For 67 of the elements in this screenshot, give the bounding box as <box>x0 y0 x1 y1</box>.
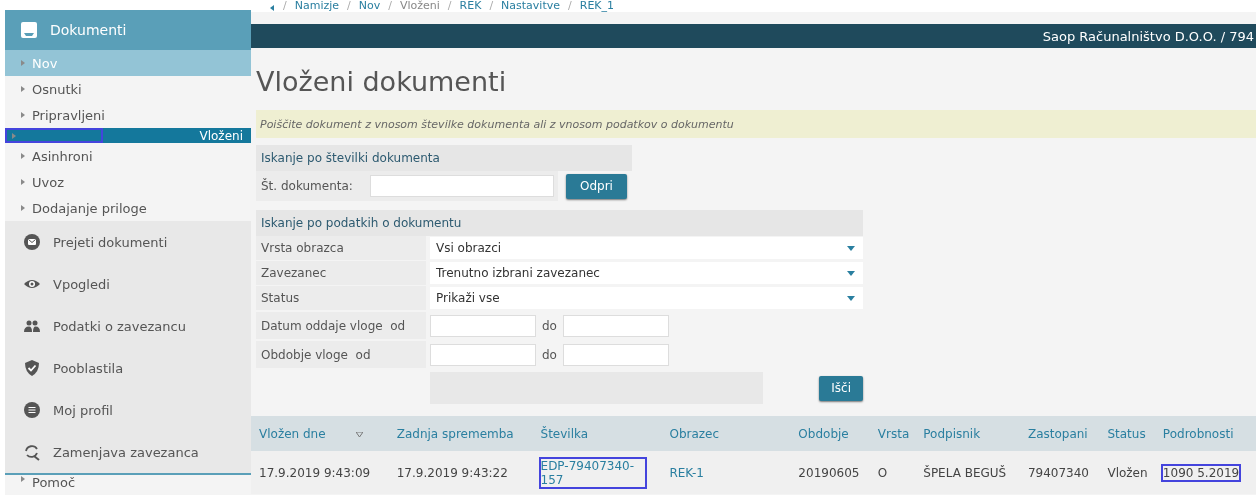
page-title: Vloženi dokumenti <box>256 66 508 98</box>
breadcrumb-link[interactable]: Nastavitve <box>501 0 561 12</box>
dropdown-value: Vsi obrazci <box>436 241 502 255</box>
info-text: Poiščite dokument z vnosom številke dokumenta ali z vnosom podatkov o dokumentu <box>260 117 734 131</box>
table-cell: ŠPELA BEGUŠ <box>923 465 1007 480</box>
dropdown[interactable]: Prikaži vse <box>430 287 863 309</box>
panel-title: Iskanje po številki dokumenta <box>261 151 440 165</box>
dropdown-value: Prikaži vse <box>436 291 500 305</box>
dropdown[interactable]: Vsi obrazci <box>430 237 863 259</box>
column-header[interactable]: Zastopani <box>1027 426 1088 441</box>
field-label: Status <box>261 291 300 305</box>
sidebar-section-item[interactable]: Moj profil <box>5 389 251 431</box>
sidebar-item[interactable]: Pripravljeni <box>5 102 251 128</box>
table-link[interactable]: REK-1 <box>669 465 774 480</box>
breadcrumb-link[interactable]: REK <box>459 0 482 12</box>
sidebar-item[interactable]: Asinhroni <box>5 143 251 169</box>
sidebar-section-item[interactable]: Vpogledi <box>5 263 251 305</box>
sidebar-item[interactable]: Vloženi <box>5 128 251 143</box>
field-label: do <box>542 347 557 362</box>
table-cell: 17.9.2019 9:43:09 <box>259 465 371 480</box>
field-label: Obdobje vloge od <box>261 347 371 362</box>
breadcrumb-separator: / <box>347 0 351 12</box>
breadcrumb-separator: / <box>283 0 287 12</box>
sidebar-section-item[interactable]: Prejeti dokumenti <box>5 221 251 263</box>
table-cell: O <box>877 465 888 480</box>
table-cell: 20190605 <box>798 465 860 480</box>
field-label: Datum oddaje vloge od <box>261 318 406 333</box>
breadcrumb-link[interactable]: Namizje <box>294 0 340 12</box>
sidebar-header[interactable]: Dokumenti <box>5 10 251 50</box>
field-label: Vrsta obrazca <box>261 241 344 255</box>
column-header[interactable]: Vložen dne <box>259 426 326 441</box>
breadcrumb-link[interactable]: REK_1 <box>579 0 615 12</box>
table-link[interactable]: EDP-79407340-157 <box>540 458 645 487</box>
breadcrumb-separator: / <box>568 0 572 12</box>
panel-title: Iskanje po podatkih o dokumentu <box>261 216 462 230</box>
table-cell: Vložen <box>1107 465 1148 480</box>
column-header[interactable]: Status <box>1107 426 1146 441</box>
sidebar-section-item[interactable]: Zamenjava zavezanca <box>5 431 251 473</box>
sidebar-item[interactable]: Pomoč <box>5 475 251 495</box>
table-cell: 79407340 <box>1027 465 1089 480</box>
sidebar-item[interactable]: Dodajanje priloge <box>5 195 251 221</box>
search-button[interactable]: Išči <box>819 375 863 401</box>
column-header[interactable]: Podpisnik <box>923 426 981 441</box>
field-label: Zavezanec <box>261 266 327 280</box>
sidebar-section-item[interactable]: Pooblastila <box>5 347 251 389</box>
breadcrumb-link[interactable]: Nov <box>358 0 381 12</box>
column-header[interactable]: Podrobnosti <box>1162 426 1234 441</box>
dropdown[interactable]: Trenutno izbrani zavezanec <box>430 262 863 284</box>
breadcrumb-separator: / <box>388 0 392 12</box>
column-header[interactable]: Številka <box>540 426 589 441</box>
open-button[interactable]: Odpri <box>566 173 627 199</box>
table-cell: 1090 5.2019 <box>1162 465 1240 480</box>
sidebar-item[interactable]: Uvoz <box>5 169 251 195</box>
column-header[interactable]: Zadnja sprememba <box>396 426 514 441</box>
breadcrumb-separator: / <box>489 0 494 12</box>
column-header[interactable]: Obrazec <box>669 426 720 441</box>
column-header[interactable]: Obdobje <box>798 426 849 441</box>
column-header[interactable]: Vrsta <box>877 426 910 441</box>
account-name: Saop Računalništvo D.O.O. / 794 <box>1042 28 1254 44</box>
breadcrumb-separator: / <box>447 0 452 12</box>
field-label: do <box>542 318 557 333</box>
sidebar-header-label: Dokumenti <box>50 22 127 38</box>
dropdown-value: Trenutno izbrani zavezanec <box>436 266 600 280</box>
sidebar-section-item[interactable]: Podatki o zavezancu <box>5 305 251 347</box>
field-label: Št. dokumenta: <box>261 179 353 193</box>
table-cell: 17.9.2019 9:43:22 <box>396 465 508 480</box>
sidebar-item[interactable]: Osnutki <box>5 76 251 102</box>
